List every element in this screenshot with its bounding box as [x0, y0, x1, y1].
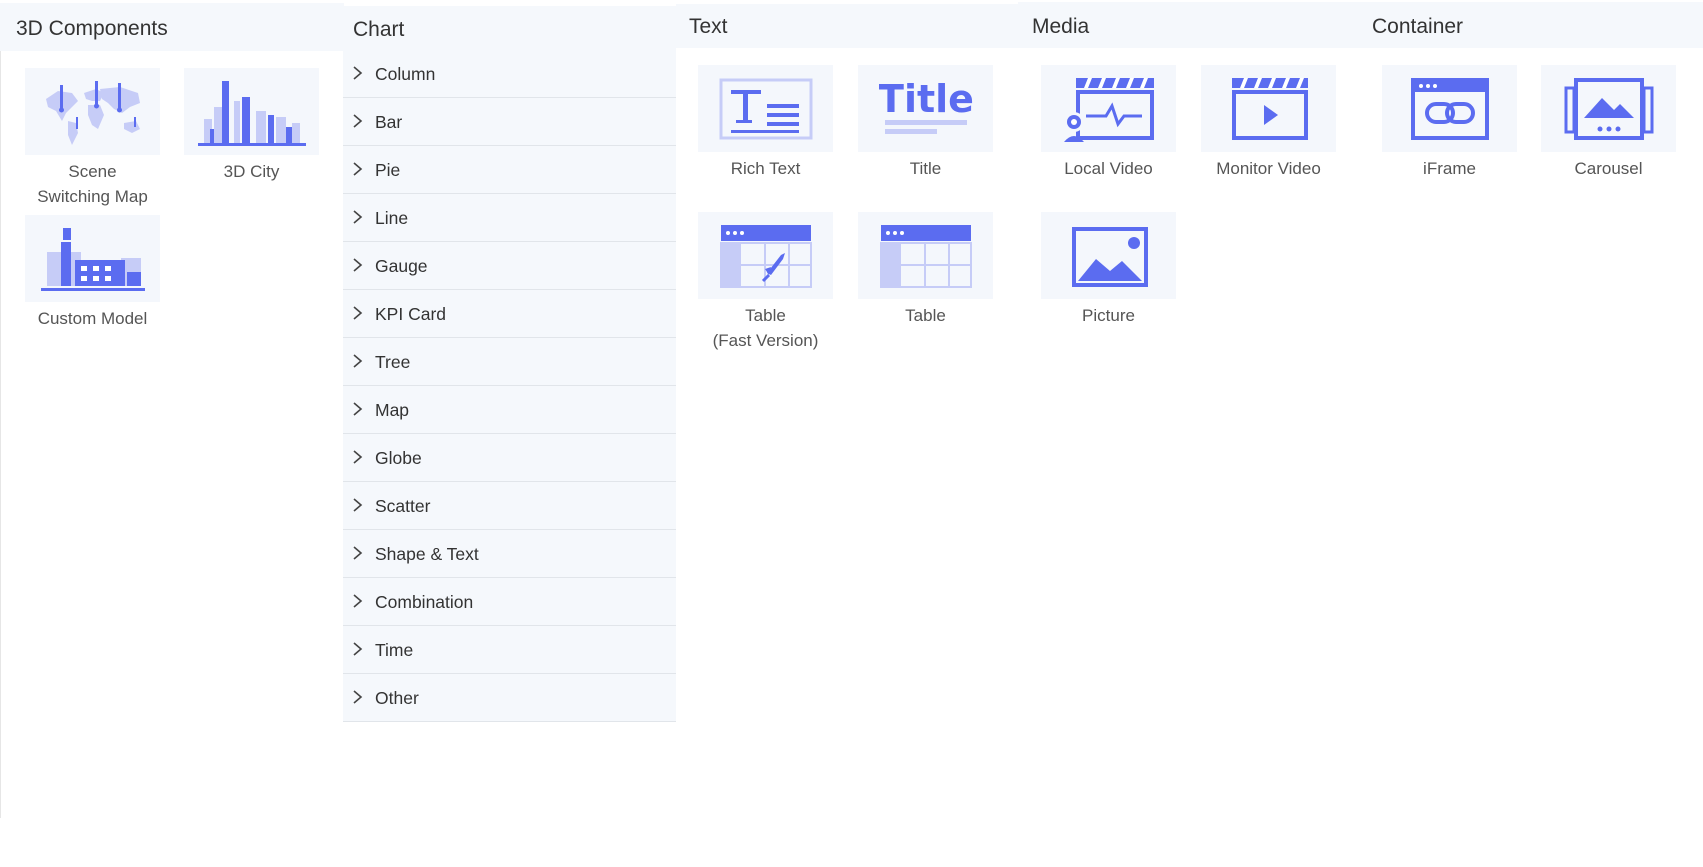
chevron-right-icon [353, 594, 363, 608]
chevron-right-icon [353, 66, 363, 80]
chart-category-label: Gauge [375, 256, 428, 276]
table-icon [858, 212, 993, 299]
chart-category-tree[interactable]: Tree [343, 338, 676, 386]
chevron-right-icon [353, 546, 363, 560]
panel-header-media: Media [1018, 2, 1360, 48]
chart-category-label: Map [375, 400, 410, 420]
chart-category-label: Scatter [375, 496, 431, 516]
chart-category-map[interactable]: Map [343, 386, 676, 434]
panel-title: Text [689, 15, 728, 38]
tile-label: Scene Switching Map [37, 162, 148, 206]
rich-text-icon [698, 65, 833, 152]
factory-icon [25, 215, 160, 302]
chart-category-globe[interactable]: Globe [343, 434, 676, 482]
panel-header-3d-components: 3D Components [0, 3, 344, 51]
panel-header-container: Container [1360, 2, 1703, 48]
city-skyline-icon [184, 68, 319, 155]
chart-category-kpi-card[interactable]: KPI Card [343, 290, 676, 338]
panel-header-chart: Chart [343, 6, 676, 50]
chart-category-gauge[interactable]: Gauge [343, 242, 676, 290]
panel-title: Chart [353, 18, 405, 41]
tile-3d-city[interactable]: 3D City [184, 68, 319, 184]
tile-label: Table [905, 306, 946, 325]
chart-category-shape-text[interactable]: Shape & Text [343, 530, 676, 578]
panel-3d-components: 3D Components Scene Switching Map 3D Cit… [0, 0, 344, 867]
chevron-right-icon [353, 162, 363, 176]
svg-text:Title: Title [879, 78, 973, 121]
tile-iframe[interactable]: iFrame [1382, 65, 1517, 181]
chevron-right-icon [353, 258, 363, 272]
panel-text: Text Rich Text Title Title Table (Fast V… [676, 0, 1018, 867]
tile-local-video[interactable]: Local Video [1041, 65, 1176, 181]
tile-label: Custom Model [37, 309, 148, 328]
tile-title[interactable]: Title Title [858, 65, 993, 181]
chart-category-label: Tree [375, 352, 411, 372]
table-rocket-icon [698, 212, 833, 299]
panel-chart: Chart Column Bar Pie Line Gauge KPI Card [343, 0, 676, 725]
chevron-right-icon [353, 354, 363, 368]
world-map-icon [25, 68, 160, 155]
chart-category-scatter[interactable]: Scatter [343, 482, 676, 530]
panel-header-text: Text [676, 4, 1018, 48]
chevron-right-icon [353, 690, 363, 704]
tile-label: Local Video [1064, 159, 1153, 178]
chart-category-label: Globe [375, 448, 422, 468]
chevron-right-icon [353, 402, 363, 416]
tile-label: iFrame [1423, 159, 1476, 178]
tile-custom-model[interactable]: Custom Model [25, 215, 160, 331]
chart-category-time[interactable]: Time [343, 626, 676, 674]
iframe-link-icon [1382, 65, 1517, 152]
chart-category-label: Other [375, 688, 419, 708]
tile-label: Carousel [1574, 159, 1643, 178]
chart-category-column[interactable]: Column [343, 50, 676, 98]
tile-monitor-video[interactable]: Monitor Video [1201, 65, 1336, 181]
chart-category-combination[interactable]: Combination [343, 578, 676, 626]
panel-media: Media Local Video Monitor Video Picture [1018, 0, 1360, 867]
chevron-right-icon [353, 114, 363, 128]
chevron-right-icon [353, 642, 363, 656]
tile-label: Table (Fast Version) [712, 306, 819, 350]
panel-title: Container [1372, 15, 1464, 38]
tile-carousel[interactable]: Carousel [1541, 65, 1676, 181]
chart-category-label: Bar [375, 112, 403, 132]
tile-label: Picture [1082, 306, 1135, 325]
chart-category-list: Column Bar Pie Line Gauge KPI Card Tree [343, 50, 676, 722]
picture-icon [1041, 212, 1176, 299]
chart-category-label: Column [375, 64, 436, 84]
monitor-video-icon [1201, 65, 1336, 152]
chevron-right-icon [353, 306, 363, 320]
chevron-right-icon [353, 498, 363, 512]
tile-rich-text[interactable]: Rich Text [698, 65, 833, 181]
chart-category-label: Pie [375, 160, 401, 180]
panel-container: Container iFrame Carousel [1360, 0, 1703, 867]
panel-title: 3D Components [16, 17, 168, 40]
chevron-right-icon [353, 450, 363, 464]
tile-label: Monitor Video [1216, 159, 1321, 178]
chart-category-label: KPI Card [375, 304, 446, 324]
chart-category-line[interactable]: Line [343, 194, 676, 242]
carousel-icon [1541, 65, 1676, 152]
tile-label: 3D City [223, 162, 280, 181]
chart-category-other[interactable]: Other [343, 674, 676, 722]
chart-category-label: Shape & Text [375, 544, 479, 564]
chart-category-label: Line [375, 208, 409, 228]
tile-label: Title [909, 159, 942, 178]
chart-category-bar[interactable]: Bar [343, 98, 676, 146]
panel-title: Media [1032, 15, 1090, 38]
tile-scene-switching-map[interactable]: Scene Switching Map [25, 68, 160, 209]
chart-category-pie[interactable]: Pie [343, 146, 676, 194]
chevron-right-icon [353, 210, 363, 224]
tile-label: Rich Text [730, 159, 801, 178]
tile-picture[interactable]: Picture [1041, 212, 1176, 328]
chart-category-label: Time [375, 640, 414, 660]
local-video-icon [1041, 65, 1176, 152]
title-text-icon: Title [858, 65, 993, 152]
tile-table[interactable]: Table [858, 212, 993, 328]
tile-table-fast-version[interactable]: Table (Fast Version) [698, 212, 833, 353]
chart-category-label: Combination [375, 592, 474, 612]
